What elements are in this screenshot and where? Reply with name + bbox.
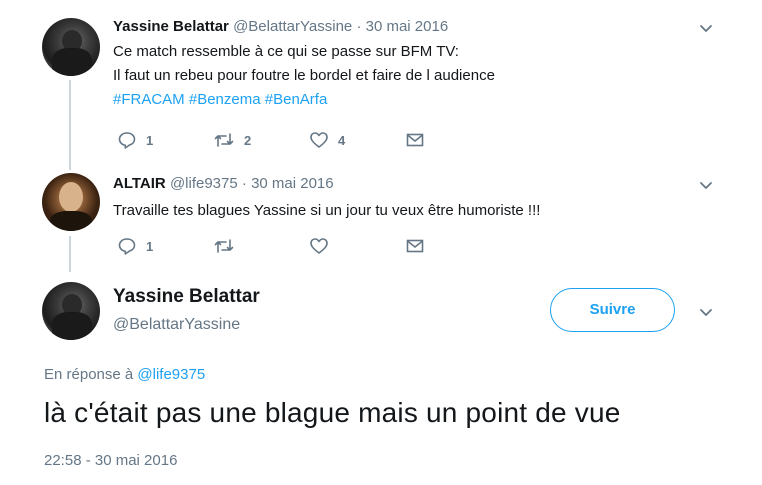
hashtag-link[interactable]: #FRACAM — [113, 91, 185, 108]
author-handle[interactable]: @life9375 — [170, 175, 238, 192]
tweet-header: ALTAIR @life9375 · 30 mai 2016 — [113, 175, 334, 192]
message-button[interactable] — [405, 236, 425, 256]
retweet-count: 2 — [244, 132, 252, 148]
thread-line — [69, 80, 71, 170]
tweet-text-line: Ce match ressemble à ce qui se passe sur… — [113, 43, 459, 60]
tweet-actions: 1 — [113, 236, 433, 258]
envelope-icon — [405, 236, 425, 256]
tweet-header: Yassine Belattar @BelattarYassine · 30 m… — [113, 18, 448, 35]
tweet-date[interactable]: 30 mai 2016 — [251, 175, 334, 192]
envelope-icon — [405, 130, 425, 150]
like-count: 4 — [338, 132, 346, 148]
tweet-text: Travaille tes blagues Yassine si un jour… — [113, 202, 541, 219]
author-name[interactable]: ALTAIR — [113, 175, 166, 192]
message-button[interactable] — [405, 130, 425, 150]
retweet-icon — [213, 130, 235, 150]
avatar[interactable] — [42, 18, 100, 76]
tweet-text: là c'était pas une blague mais un point … — [44, 397, 621, 428]
reply-icon — [117, 236, 137, 256]
hashtag-link[interactable]: #Benzema — [189, 91, 261, 108]
reply-count: 1 — [146, 132, 154, 148]
like-button[interactable]: 4 — [309, 130, 345, 150]
tweet-text: Ce match ressemble à ce qui se passe sur… — [113, 40, 495, 112]
tweet-timestamp[interactable]: 22:58 - 30 mai 2016 — [44, 452, 177, 469]
reply-context: En réponse à @life9375 — [44, 366, 205, 383]
hashtag-link[interactable]: #BenArfa — [265, 91, 328, 108]
tweet-date[interactable]: 30 mai 2016 — [366, 18, 449, 35]
author-name[interactable]: Yassine Belattar — [113, 18, 229, 35]
heart-icon — [309, 130, 329, 150]
hashtag-line: #FRACAM #Benzema #BenArfa — [113, 88, 495, 112]
like-button[interactable] — [309, 236, 329, 256]
avatar[interactable] — [42, 282, 100, 340]
separator: · — [241, 175, 247, 192]
reply-icon — [117, 130, 137, 150]
author-name[interactable]: Yassine Belattar — [113, 286, 260, 308]
reply-button[interactable]: 1 — [117, 130, 153, 150]
chevron-down-icon[interactable] — [699, 305, 713, 319]
tweet-text-line: Il faut un rebeu pour foutre le bordel e… — [113, 67, 495, 84]
chevron-down-icon[interactable] — [699, 21, 713, 35]
thread-line — [69, 236, 71, 272]
retweet-button[interactable]: 2 — [213, 130, 251, 150]
avatar[interactable] — [42, 173, 100, 231]
separator: · — [356, 18, 362, 35]
mention-link[interactable]: @life9375 — [137, 366, 205, 383]
reply-button[interactable]: 1 — [117, 236, 153, 256]
reply-prefix: En réponse à — [44, 366, 134, 383]
author-handle[interactable]: @BelattarYassine — [113, 316, 240, 334]
tweet-actions: 1 2 4 — [113, 130, 433, 152]
follow-button[interactable]: Suivre — [550, 288, 675, 332]
retweet-button[interactable] — [213, 236, 235, 256]
author-handle[interactable]: @BelattarYassine — [233, 18, 352, 35]
retweet-icon — [213, 236, 235, 256]
reply-count: 1 — [146, 238, 154, 254]
heart-icon — [309, 236, 329, 256]
chevron-down-icon[interactable] — [699, 178, 713, 192]
